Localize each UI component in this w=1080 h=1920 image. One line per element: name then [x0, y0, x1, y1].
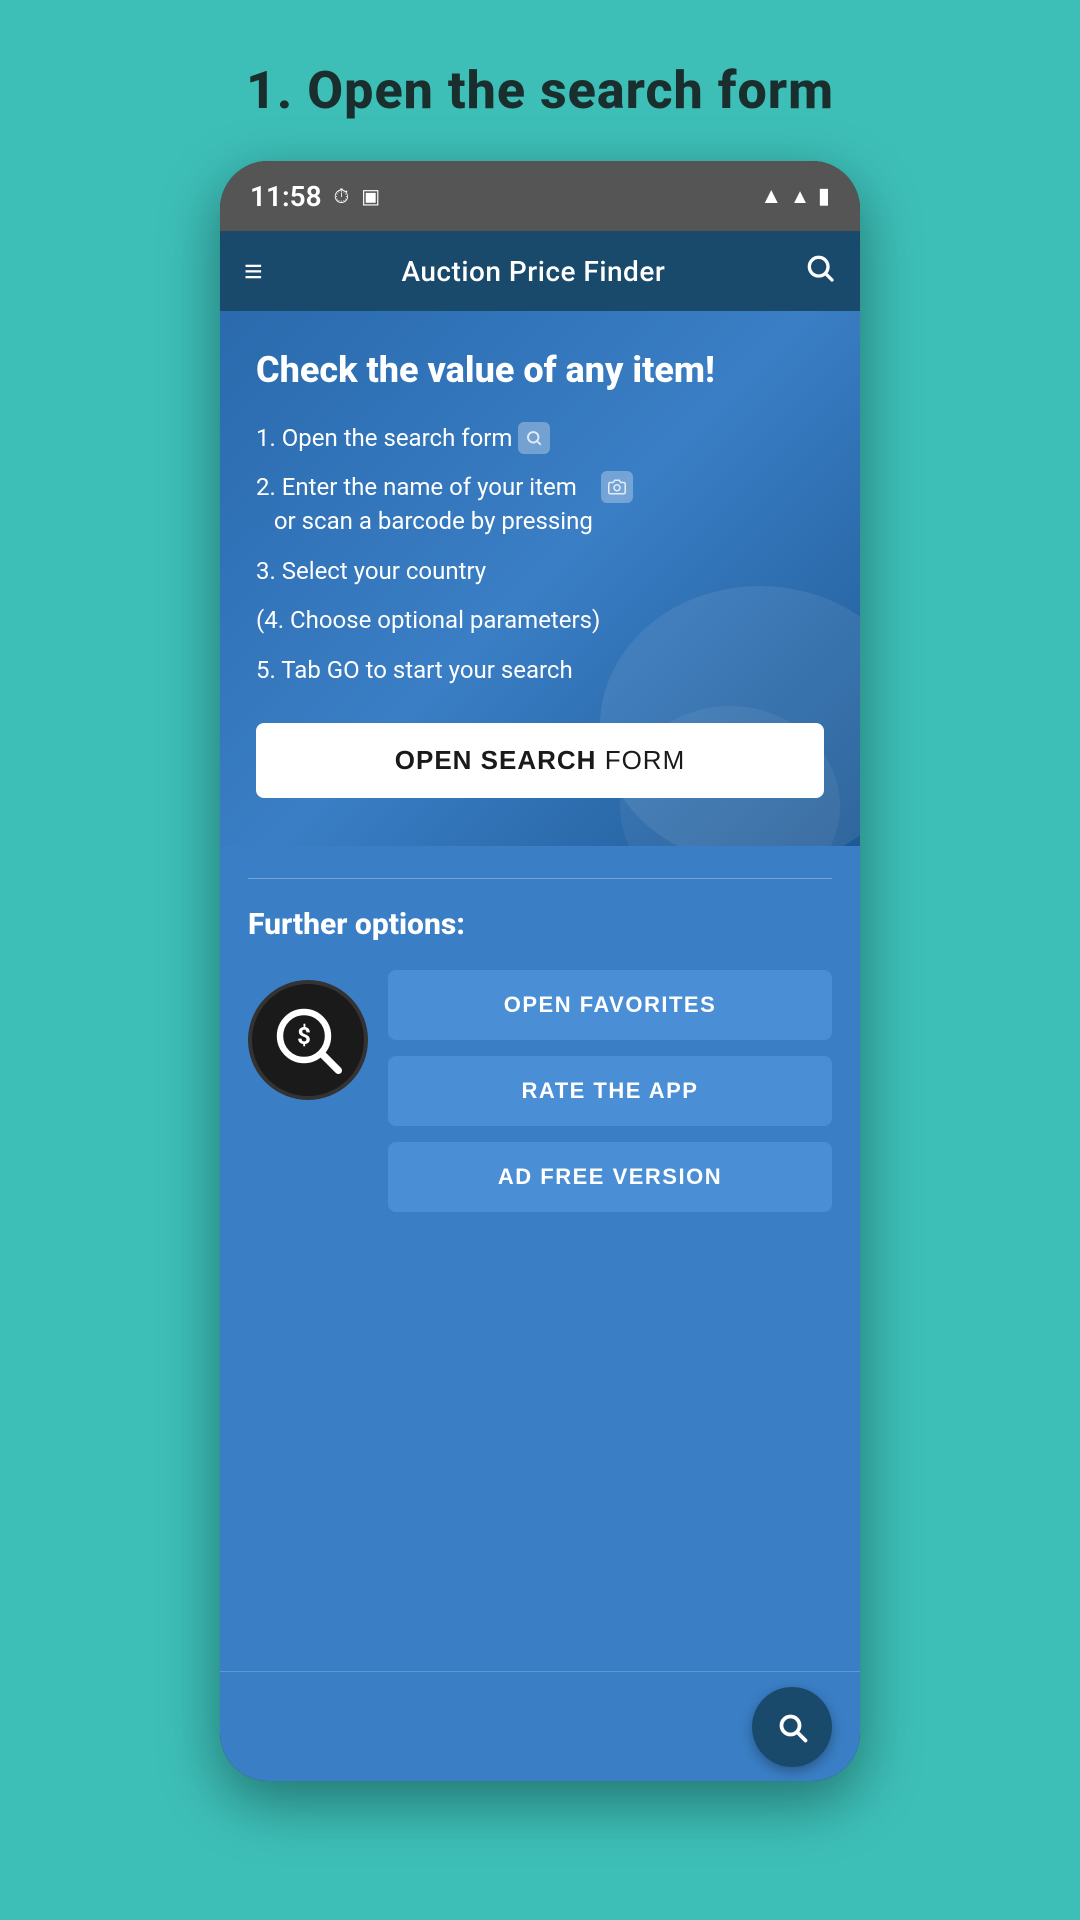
rate-the-app-button[interactable]: RATE THE APP	[388, 1056, 832, 1126]
instructions-list: 1. Open the search form 2. Enter the nam…	[256, 422, 824, 688]
menu-icon[interactable]: ≡	[244, 252, 263, 290]
svg-text:$: $	[297, 1022, 311, 1050]
open-search-bold: OPEN SEARCH	[395, 745, 597, 775]
phone-frame: 11:58 ⏱ ▣ ▲ ▲ ▮ ≡ Auction Price Finder C…	[220, 161, 860, 1781]
status-time: 11:58	[250, 180, 322, 213]
instruction-4-text: (4. Choose optional parameters)	[256, 604, 600, 638]
toolbar: ≡ Auction Price Finder	[220, 231, 860, 311]
search-icon[interactable]	[804, 252, 836, 291]
open-search-button[interactable]: OPEN SEARCH FORM	[256, 723, 824, 798]
toolbar-title: Auction Price Finder	[401, 255, 665, 288]
bottom-bar	[220, 1671, 860, 1781]
wifi-icon: ▲	[760, 183, 782, 209]
instruction-3-text: 3. Select your country	[256, 555, 486, 589]
section-divider	[248, 878, 832, 879]
hero-heading: Check the value of any item!	[256, 347, 824, 394]
app-logo: $	[248, 980, 368, 1100]
hero-section: Check the value of any item! 1. Open the…	[220, 311, 860, 846]
instruction-3: 3. Select your country	[256, 555, 824, 589]
instruction-5-text: 5. Tab GO to start your search	[256, 654, 573, 688]
open-favorites-button[interactable]: OPEN FAVORITES	[388, 970, 832, 1040]
further-content: $ OPEN FAVORITES RATE THE APP AD FREE VE…	[248, 970, 832, 1212]
status-bar: 11:58 ⏱ ▣ ▲ ▲ ▮	[220, 161, 860, 231]
open-search-light: FORM	[596, 745, 685, 775]
instruction-2-text: 2. Enter the name of your item or scan a…	[256, 471, 593, 538]
further-buttons: OPEN FAVORITES RATE THE APP AD FREE VERS…	[388, 970, 832, 1212]
battery-icon: ▮	[818, 184, 830, 209]
search-inline-icon	[518, 422, 550, 454]
sim-icon: ▣	[361, 184, 380, 208]
instruction-5: 5. Tab GO to start your search	[256, 654, 824, 688]
status-right: ▲ ▲ ▮	[760, 183, 830, 209]
page-title: 1. Open the search form	[246, 60, 834, 121]
further-heading: Further options:	[248, 907, 832, 942]
camera-inline-icon	[601, 471, 633, 503]
instruction-4: (4. Choose optional parameters)	[256, 604, 824, 638]
ad-free-version-button[interactable]: AD FREE VERSION	[388, 1142, 832, 1212]
clock-icon: ⏱	[334, 184, 350, 208]
status-left: 11:58 ⏱ ▣	[250, 180, 380, 213]
instruction-1-text: 1. Open the search form	[256, 422, 512, 456]
instruction-2: 2. Enter the name of your item or scan a…	[256, 471, 824, 538]
fab-search-button[interactable]	[752, 1687, 832, 1767]
further-section: Further options: $ OPEN FAVORITES RATE T…	[220, 846, 860, 1671]
signal-icon: ▲	[790, 184, 810, 209]
instruction-1: 1. Open the search form	[256, 422, 824, 456]
